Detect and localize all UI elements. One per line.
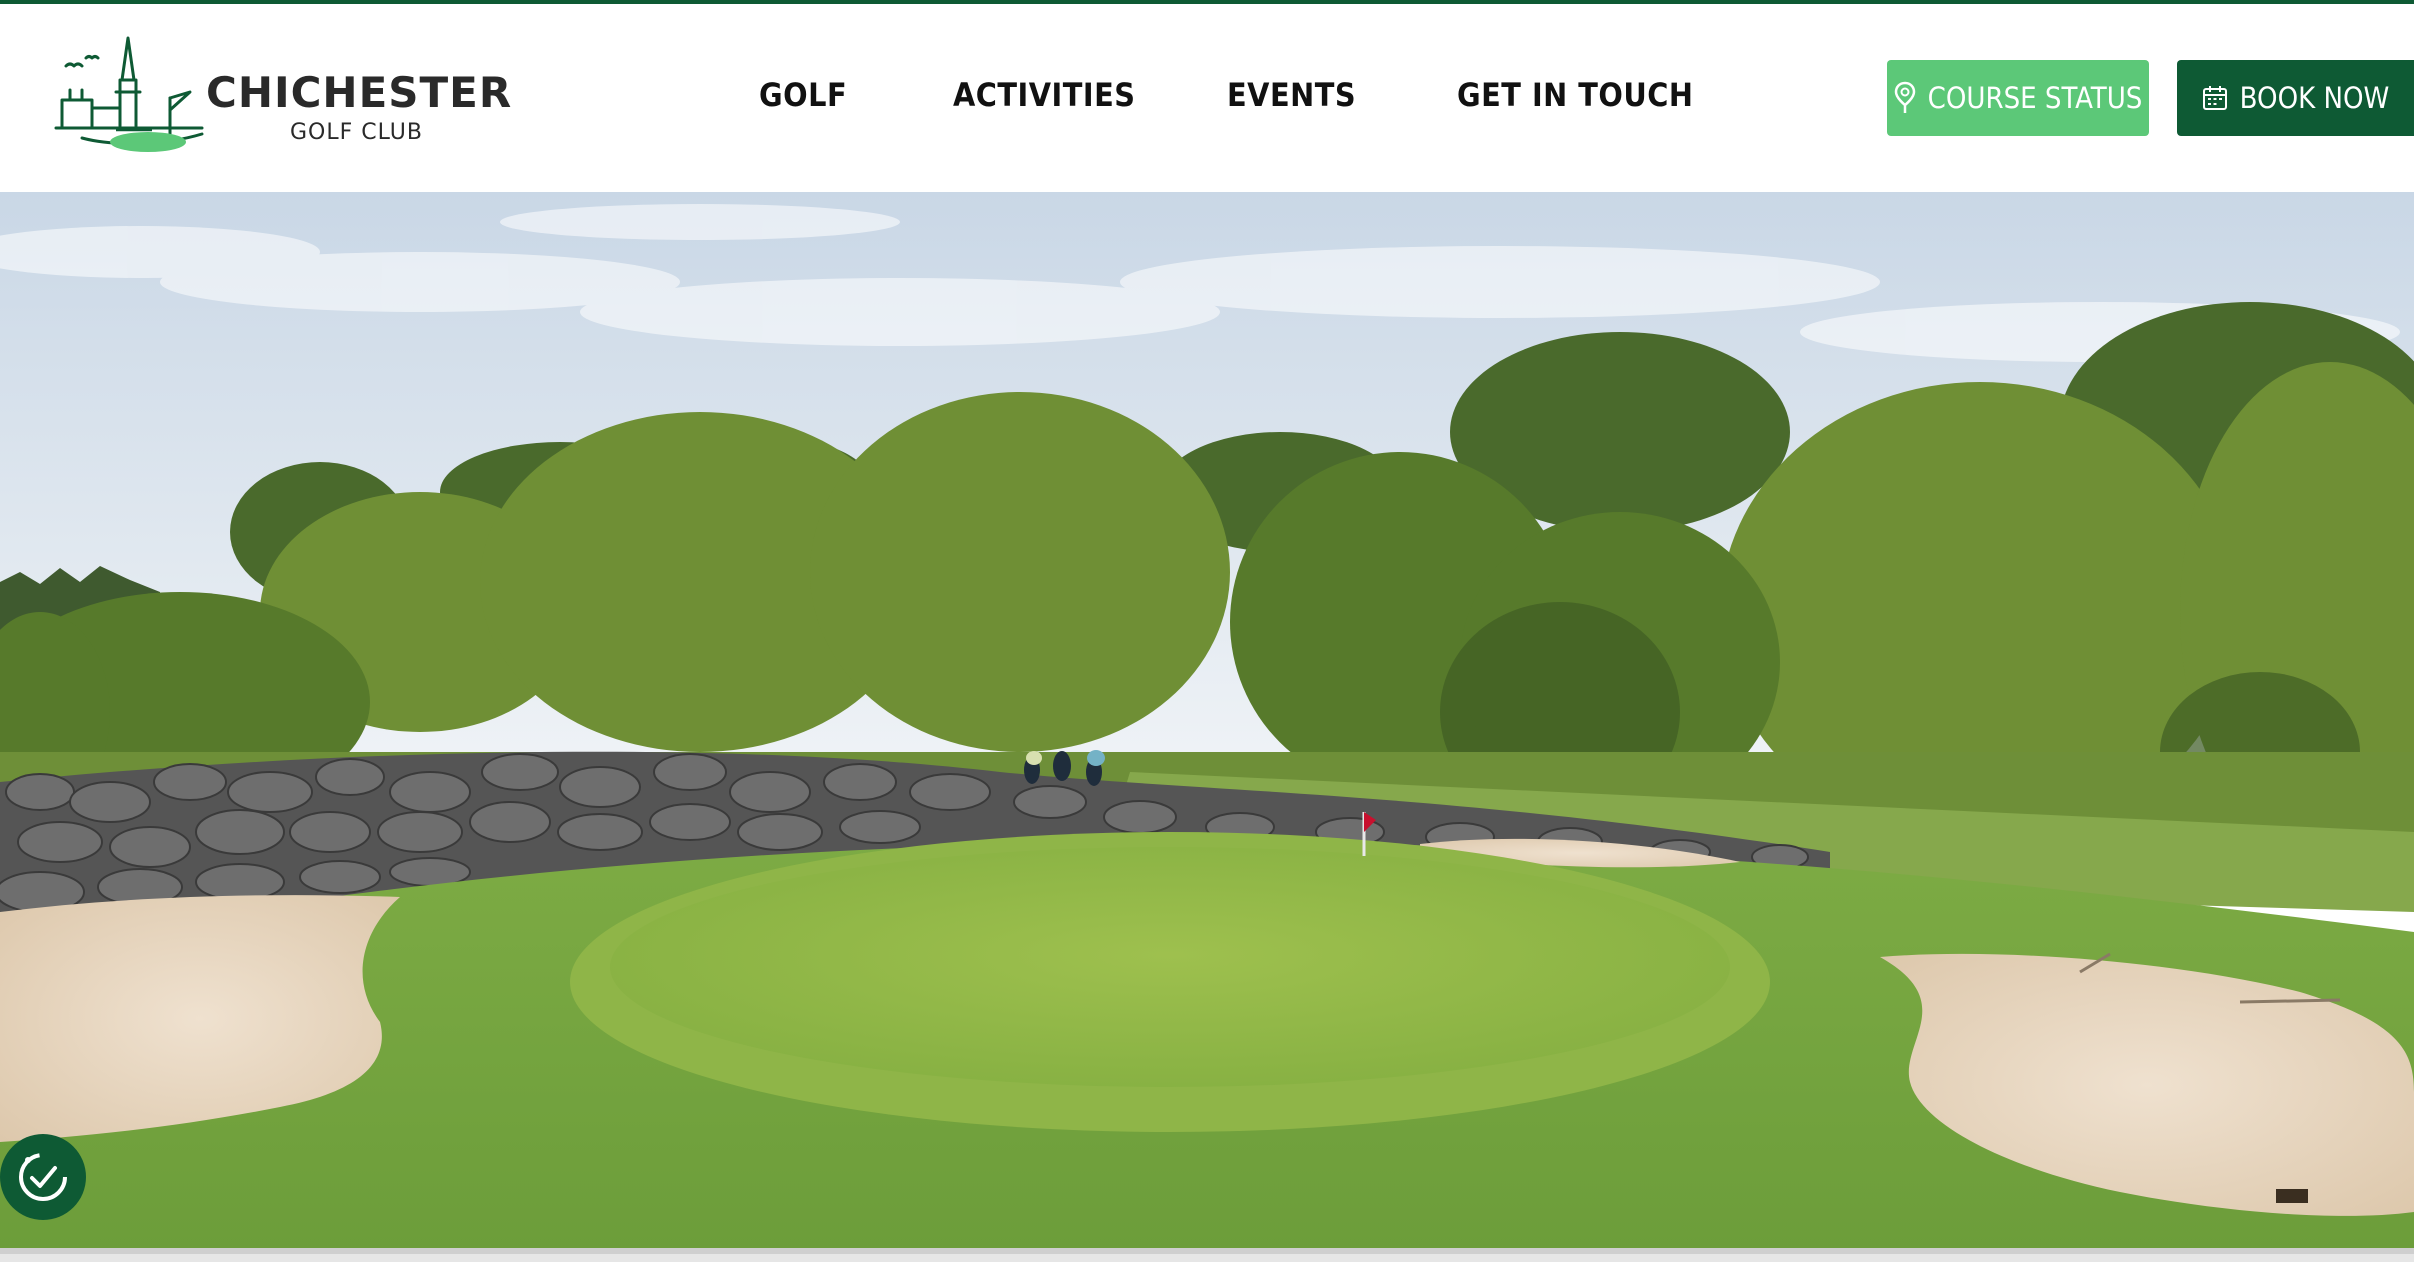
book-now-button[interactable]: BOOK NOW	[2177, 60, 2414, 136]
scrollbar-track	[0, 1254, 2414, 1262]
accessibility-icon	[19, 1153, 67, 1201]
brand-title: CHICHESTER	[206, 68, 513, 117]
nav-item-golf[interactable]: GOLF	[759, 76, 847, 114]
nav-item-get-in-touch[interactable]: GET IN TOUCH	[1457, 76, 1693, 114]
cathedral-logo-icon	[54, 36, 204, 152]
hero-video	[0, 192, 2414, 1254]
course-status-button[interactable]: COURSE STATUS	[1887, 60, 2149, 136]
brand-subtitle: GOLF CLUB	[290, 120, 423, 145]
site-logo[interactable]: CHICHESTER GOLF CLUB	[52, 30, 522, 160]
accessibility-widget-button[interactable]	[0, 1134, 86, 1220]
nav-item-events[interactable]: EVENTS	[1227, 76, 1356, 114]
map-pin-icon	[1894, 81, 1915, 113]
course-status-label: COURSE STATUS	[1927, 81, 2143, 115]
book-now-label: BOOK NOW	[2239, 81, 2390, 115]
site-header: CHICHESTER GOLF CLUB GOLF ACTIVITIES EVE…	[0, 4, 2414, 192]
golf-course-scene	[0, 192, 2414, 1254]
calendar-icon	[2202, 86, 2227, 110]
nav-item-activities[interactable]: ACTIVITIES	[953, 76, 1135, 114]
